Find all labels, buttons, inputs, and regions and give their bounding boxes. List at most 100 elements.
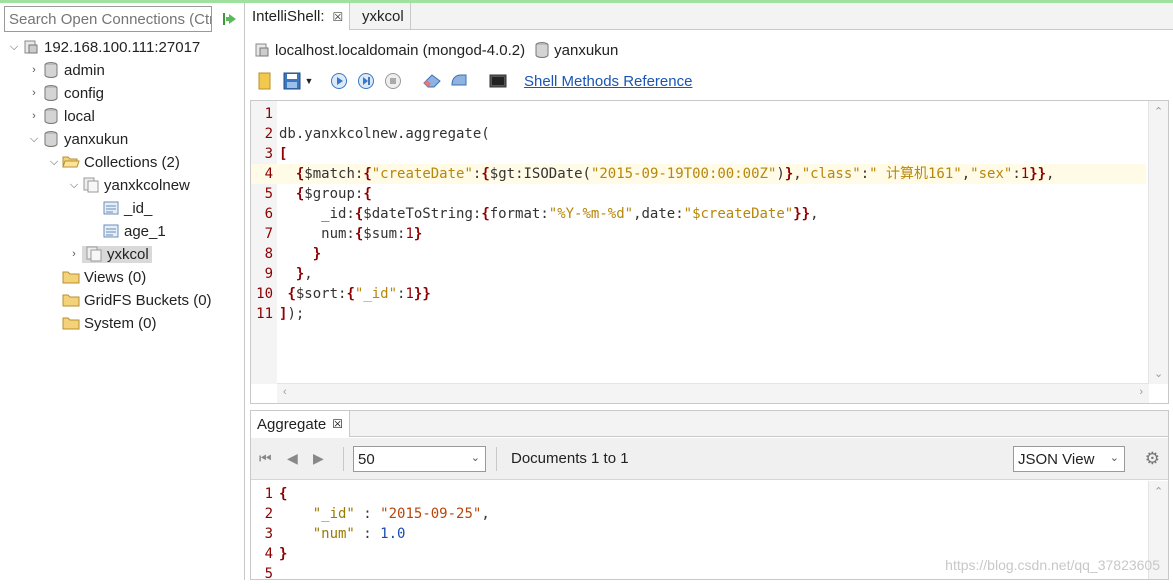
code-line: {$group:{ — [295, 186, 372, 202]
save-dropdown-button[interactable]: ▼ — [281, 71, 315, 91]
view-mode-select[interactable]: JSON View ⌄ — [1013, 446, 1125, 472]
tree-node-system[interactable]: System (0) — [62, 312, 157, 334]
tree-node-index-age[interactable]: age_1 — [102, 220, 166, 242]
chevron-down-icon[interactable]: ⌵ — [6, 41, 22, 54]
editor-vertical-scrollbar[interactable]: ⌃ ⌄ — [1148, 101, 1168, 384]
page-size-select[interactable]: 50 ⌄ — [353, 446, 486, 472]
chevron-right-icon[interactable]: › — [26, 64, 42, 76]
next-page-icon[interactable]: ▶ — [313, 450, 324, 467]
search-input[interactable] — [5, 7, 211, 31]
code-line: num:{$sum:1} — [279, 226, 423, 242]
folder-open-icon — [62, 154, 80, 170]
close-icon[interactable]: ☒ — [333, 10, 344, 24]
scroll-up-icon[interactable]: ⌃ — [1154, 105, 1163, 118]
first-page-icon[interactable]: ⏮ — [259, 450, 272, 467]
stop-button[interactable] — [382, 71, 404, 91]
chevron-right-icon[interactable]: › — [26, 110, 42, 122]
tab-yxkcol[interactable]: yxkcol — [356, 3, 411, 30]
tree-node-collection-yxkcol[interactable]: › yxkcol — [66, 243, 152, 265]
tab-label: yxkcol — [362, 8, 404, 25]
line-number: 2 — [264, 126, 273, 142]
chevron-right-icon[interactable]: › — [66, 248, 82, 260]
tree-node-connection[interactable]: ⌵ 192.168.100.111:27017 — [6, 36, 200, 58]
results-panel: Aggregate ☒ ⏮ ◀ ▶ 50 ⌄ Documents 1 to 1 … — [250, 410, 1169, 582]
line-number: 2 — [264, 506, 273, 522]
tab-aggregate[interactable]: Aggregate ☒ — [251, 411, 350, 437]
scroll-down-icon[interactable]: ⌄ — [1154, 367, 1163, 380]
line-number: 8 — [264, 246, 273, 262]
collapse-tree-button[interactable] — [220, 9, 240, 29]
prev-page-icon[interactable]: ◀ — [287, 450, 298, 467]
server-icon — [22, 39, 40, 55]
chevron-down-icon[interactable]: ⌵ — [46, 156, 62, 169]
open-file-icon — [258, 72, 271, 90]
watermark: https://blog.csdn.net/qq_37823605 — [945, 557, 1160, 573]
shell-toolbar: ▼ Shell Methods Reference — [254, 69, 692, 93]
code-line: db.yanxkcolnew.aggregate( — [279, 126, 490, 142]
scroll-up-icon[interactable]: ⌃ — [1154, 485, 1163, 498]
tab-label: IntelliShell: — [252, 8, 325, 25]
console-button[interactable] — [487, 71, 509, 91]
line-number: 4 — [264, 546, 273, 562]
line-number: 3 — [264, 146, 273, 162]
line-number: 4 — [264, 166, 273, 182]
index-label: age_1 — [124, 222, 166, 240]
views-label: Views (0) — [84, 268, 147, 286]
code-line: }, — [295, 266, 313, 282]
chevron-down-icon[interactable]: ⌵ — [26, 133, 42, 146]
tree-node-collections[interactable]: ⌵ Collections (2) — [46, 151, 180, 173]
format-button[interactable] — [448, 71, 470, 91]
scroll-right-icon[interactable]: › — [1139, 386, 1143, 398]
folder-icon — [62, 315, 80, 331]
code-area[interactable]: 1 2 db.yanxkcolnew.aggregate( 3 [ 4 {$matc… — [251, 104, 1146, 324]
play-icon — [331, 73, 347, 89]
tree-node-db-local[interactable]: › local — [26, 105, 95, 127]
line-number: 7 — [264, 226, 273, 242]
eraser-icon — [423, 74, 441, 88]
editor-tabs: IntelliShell: ☒ yxkcol — [246, 3, 1173, 30]
tree-node-collection-yanxkcolnew[interactable]: ⌵ yanxkcolnew — [66, 174, 190, 196]
view-mode-value: JSON View — [1018, 450, 1095, 468]
scroll-left-icon[interactable]: ‹ — [283, 386, 287, 398]
search-box[interactable] — [4, 6, 212, 32]
folder-icon — [62, 269, 80, 285]
execute-all-button[interactable] — [328, 71, 350, 91]
stop-icon — [385, 73, 401, 89]
system-label: System (0) — [84, 314, 157, 332]
connection-label: 192.168.100.111:27017 — [44, 38, 201, 56]
database-icon — [42, 108, 60, 124]
line-number: 3 — [264, 526, 273, 542]
tree-node-views[interactable]: Views (0) — [62, 266, 146, 288]
database-icon — [42, 85, 60, 101]
line-number: 5 — [264, 186, 273, 202]
database-icon — [42, 131, 60, 147]
tree-node-db-yanxukun[interactable]: ⌵ yanxukun — [26, 128, 128, 150]
tree-node-gridfs[interactable]: GridFS Buckets (0) — [62, 289, 212, 311]
clear-button[interactable] — [421, 71, 443, 91]
tree-node-index-id[interactable]: _id_ — [102, 197, 152, 219]
execute-current-button[interactable] — [355, 71, 377, 91]
tab-intellishell[interactable]: IntelliShell: ☒ — [246, 3, 351, 30]
chevron-down-icon: ⌄ — [1109, 452, 1119, 464]
separator — [343, 447, 344, 471]
gear-icon[interactable]: ⚙ — [1145, 449, 1160, 469]
chevron-right-icon[interactable]: › — [26, 87, 42, 99]
close-icon[interactable]: ☒ — [332, 417, 343, 431]
db-label: admin — [64, 61, 105, 79]
index-icon — [102, 200, 120, 216]
connection-host: localhost.localdomain (mongod-4.0.2) — [275, 41, 526, 59]
step-play-icon — [358, 73, 374, 89]
save-icon — [283, 72, 301, 90]
tree-node-db-admin[interactable]: › admin — [26, 59, 105, 81]
tree-node-db-config[interactable]: › config — [26, 82, 104, 104]
open-file-button[interactable] — [254, 71, 276, 91]
selected-highlight[interactable]: yxkcol — [82, 245, 152, 263]
json-line: } — [279, 546, 288, 562]
documents-range-label: Documents 1 to 1 — [511, 450, 629, 467]
shell-editor[interactable]: 1 2 db.yanxkcolnew.aggregate( 3 [ 4 {$matc… — [250, 100, 1169, 404]
chevron-down-icon[interactable]: ⌵ — [66, 179, 82, 192]
editor-horizontal-scrollbar[interactable]: ‹ › — [277, 383, 1149, 403]
db-label: config — [64, 84, 105, 102]
shell-methods-link[interactable]: Shell Methods Reference — [524, 73, 692, 90]
brackets-icon — [451, 74, 467, 86]
